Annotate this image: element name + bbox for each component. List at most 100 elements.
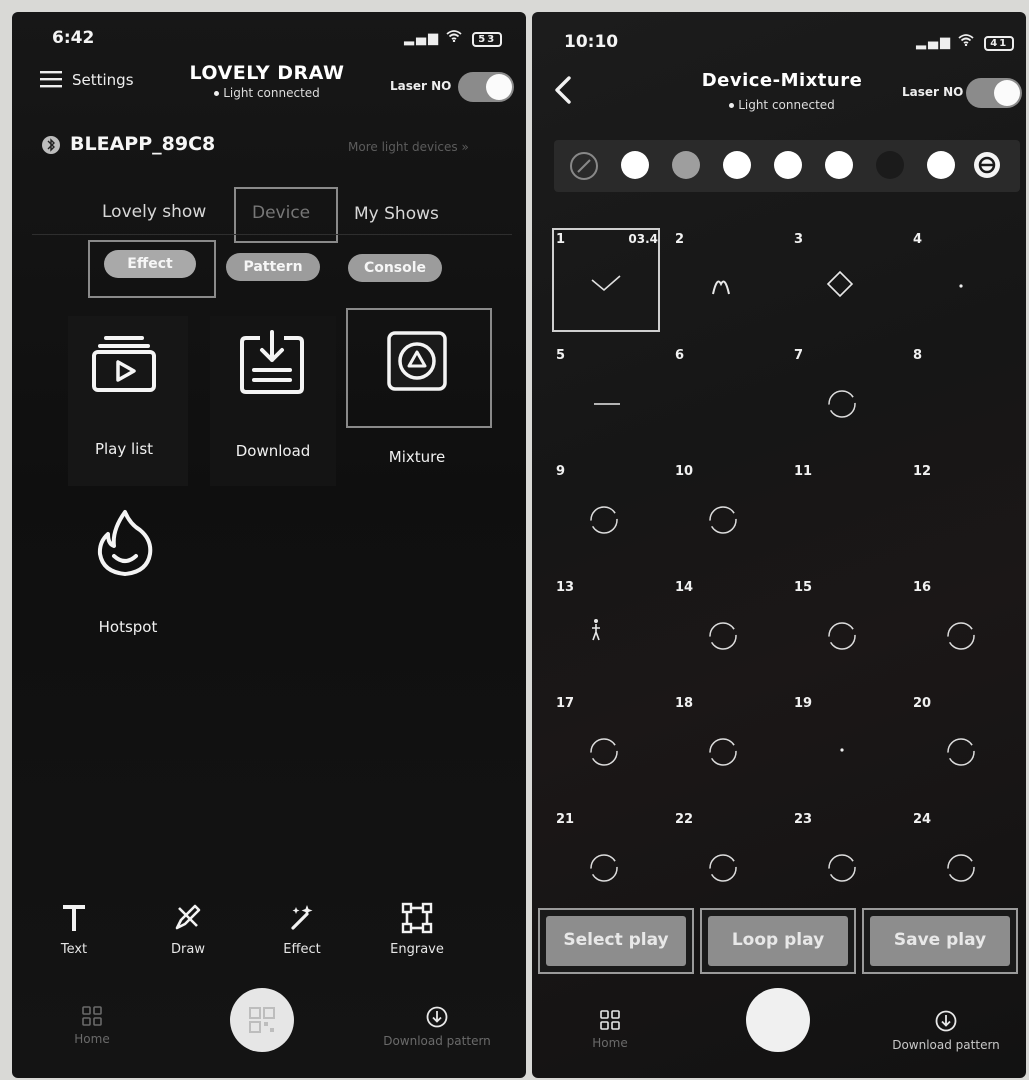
nav-home[interactable]: Home: [62, 1006, 122, 1056]
pattern-cell-9[interactable]: 9: [548, 456, 666, 572]
pattern-cell-23[interactable]: 23: [786, 804, 904, 920]
nav-home-label: Home: [592, 1036, 628, 1050]
pattern-cell-20[interactable]: 20: [905, 688, 1023, 804]
tile-playlist[interactable]: Play list: [68, 316, 188, 486]
pattern-cell-13[interactable]: 13: [548, 572, 666, 688]
center-scan-button[interactable]: [746, 988, 810, 1052]
color-swatch-1[interactable]: [621, 151, 649, 179]
nav-home-label: Home: [74, 1032, 110, 1046]
engrave-icon: [401, 902, 433, 934]
menu-icon: [40, 71, 62, 88]
pattern-cell-24[interactable]: 24: [905, 804, 1023, 920]
page-title: Device-Mixture: [701, 70, 863, 91]
pattern-cell-4[interactable]: 4: [905, 224, 1023, 340]
nav-download-pattern[interactable]: Download pattern: [362, 1006, 512, 1056]
color-swatch-6[interactable]: [876, 151, 904, 179]
pattern-cell-16[interactable]: 16: [905, 572, 1023, 688]
pattern-cell-11[interactable]: 11: [786, 456, 904, 572]
download-circle-icon: [935, 1010, 957, 1032]
pattern-cell-19[interactable]: 19: [786, 688, 904, 804]
color-cycle-button[interactable]: [974, 152, 1000, 178]
no-color-icon: [577, 159, 591, 173]
tool-effect-label: Effect: [283, 942, 321, 957]
color-swatch-3[interactable]: [723, 151, 751, 179]
subtab-console[interactable]: Console: [348, 254, 442, 282]
pattern-cell-3[interactable]: 3: [786, 224, 904, 340]
text-icon: [63, 905, 85, 931]
select-play-button[interactable]: Select play: [538, 908, 694, 974]
tile-mixture[interactable]: Mixture: [352, 314, 482, 484]
tool-engrave[interactable]: Engrave: [382, 900, 452, 964]
pattern-cell-18[interactable]: 18: [667, 688, 785, 804]
pattern-cell-10[interactable]: 10: [667, 456, 785, 572]
loop-play-button[interactable]: Loop play: [700, 908, 856, 974]
color-swatch-4[interactable]: [774, 151, 802, 179]
pattern-cell-21[interactable]: 21: [548, 804, 666, 920]
color-none[interactable]: [570, 152, 598, 180]
pattern-cell-22[interactable]: 22: [667, 804, 785, 920]
signal-icon: ▂▄▆: [916, 35, 952, 50]
tab-lovely-show[interactable]: Lovely show: [102, 202, 206, 222]
color-swatch-7[interactable]: [927, 151, 955, 179]
tab-my-shows[interactable]: My Shows: [354, 204, 439, 224]
pattern-cell-5[interactable]: 5: [548, 340, 666, 456]
bluetooth-icon: [42, 136, 60, 154]
save-play-button[interactable]: Save play: [862, 908, 1018, 974]
download-circle-icon: [426, 1006, 448, 1028]
status-time: 6:42: [52, 28, 95, 48]
more-devices-link[interactable]: More light devices »: [348, 140, 469, 154]
cell-pattern-circle-icon: [709, 506, 737, 534]
nav-home[interactable]: Home: [580, 1010, 640, 1060]
toggle-knob: [994, 80, 1020, 106]
app-title: LOVELY DRAW: [189, 62, 345, 84]
cycle-icon: [978, 156, 996, 174]
laser-toggle[interactable]: [458, 72, 514, 102]
center-scan-button[interactable]: [230, 988, 294, 1052]
pattern-cell-2[interactable]: 2: [667, 224, 785, 340]
pattern-cell-6[interactable]: 6: [667, 340, 785, 456]
tool-text[interactable]: Text: [42, 900, 106, 964]
color-swatch-2[interactable]: [672, 151, 700, 179]
laser-label: Laser NO: [902, 85, 964, 99]
laser-toggle[interactable]: [966, 78, 1022, 108]
cell-number: 11: [794, 464, 813, 479]
back-button[interactable]: [554, 76, 572, 108]
cell-pattern-circle-icon: [590, 506, 618, 534]
laser-label: Laser NO: [390, 79, 452, 93]
cell-pattern-line-icon: [594, 403, 620, 405]
tile-download[interactable]: Download: [210, 316, 336, 486]
pattern-cell-7[interactable]: 7: [786, 340, 904, 456]
pattern-cell-12[interactable]: 12: [905, 456, 1023, 572]
cell-pattern-dot-icon: [959, 284, 963, 288]
subtab-effect[interactable]: Effect: [104, 250, 196, 278]
tile-playlist-label: Play list: [94, 440, 154, 458]
nav-download-pattern[interactable]: Download pattern: [868, 1010, 1024, 1060]
pattern-cell-14[interactable]: 14: [667, 572, 785, 688]
settings-button[interactable]: Settings: [40, 70, 134, 92]
cell-pattern-circle-icon: [828, 390, 856, 418]
download-icon: [240, 330, 304, 394]
wifi-icon: [958, 34, 980, 50]
status-icons: ▂▄▆ 41: [916, 34, 1015, 51]
loop-play-label: Loop play: [708, 916, 848, 966]
tool-text-label: Text: [60, 942, 88, 957]
cell-pattern-circle-icon: [709, 738, 737, 766]
cell-number: 8: [913, 348, 923, 363]
status-time: 10:10: [564, 32, 619, 52]
playlist-icon: [92, 336, 156, 392]
chevron-left-icon: [555, 76, 571, 104]
tool-draw[interactable]: Draw: [156, 900, 220, 964]
mixture-icon: [387, 331, 447, 391]
pattern-cell-8[interactable]: 8: [905, 340, 1023, 456]
color-swatch-5[interactable]: [825, 151, 853, 179]
tile-hotspot[interactable]: Hotspot: [68, 498, 188, 648]
pattern-cell-15[interactable]: 15: [786, 572, 904, 688]
pattern-cell-17[interactable]: 17: [548, 688, 666, 804]
settings-label: Settings: [72, 71, 134, 89]
tool-effect[interactable]: Effect: [270, 900, 334, 964]
subtab-pattern[interactable]: Pattern: [226, 253, 320, 281]
wifi-icon: [446, 30, 468, 46]
cell-pattern-m-icon: [712, 280, 730, 295]
tool-engrave-label: Engrave: [390, 942, 444, 957]
select-play-label: Select play: [546, 916, 686, 966]
